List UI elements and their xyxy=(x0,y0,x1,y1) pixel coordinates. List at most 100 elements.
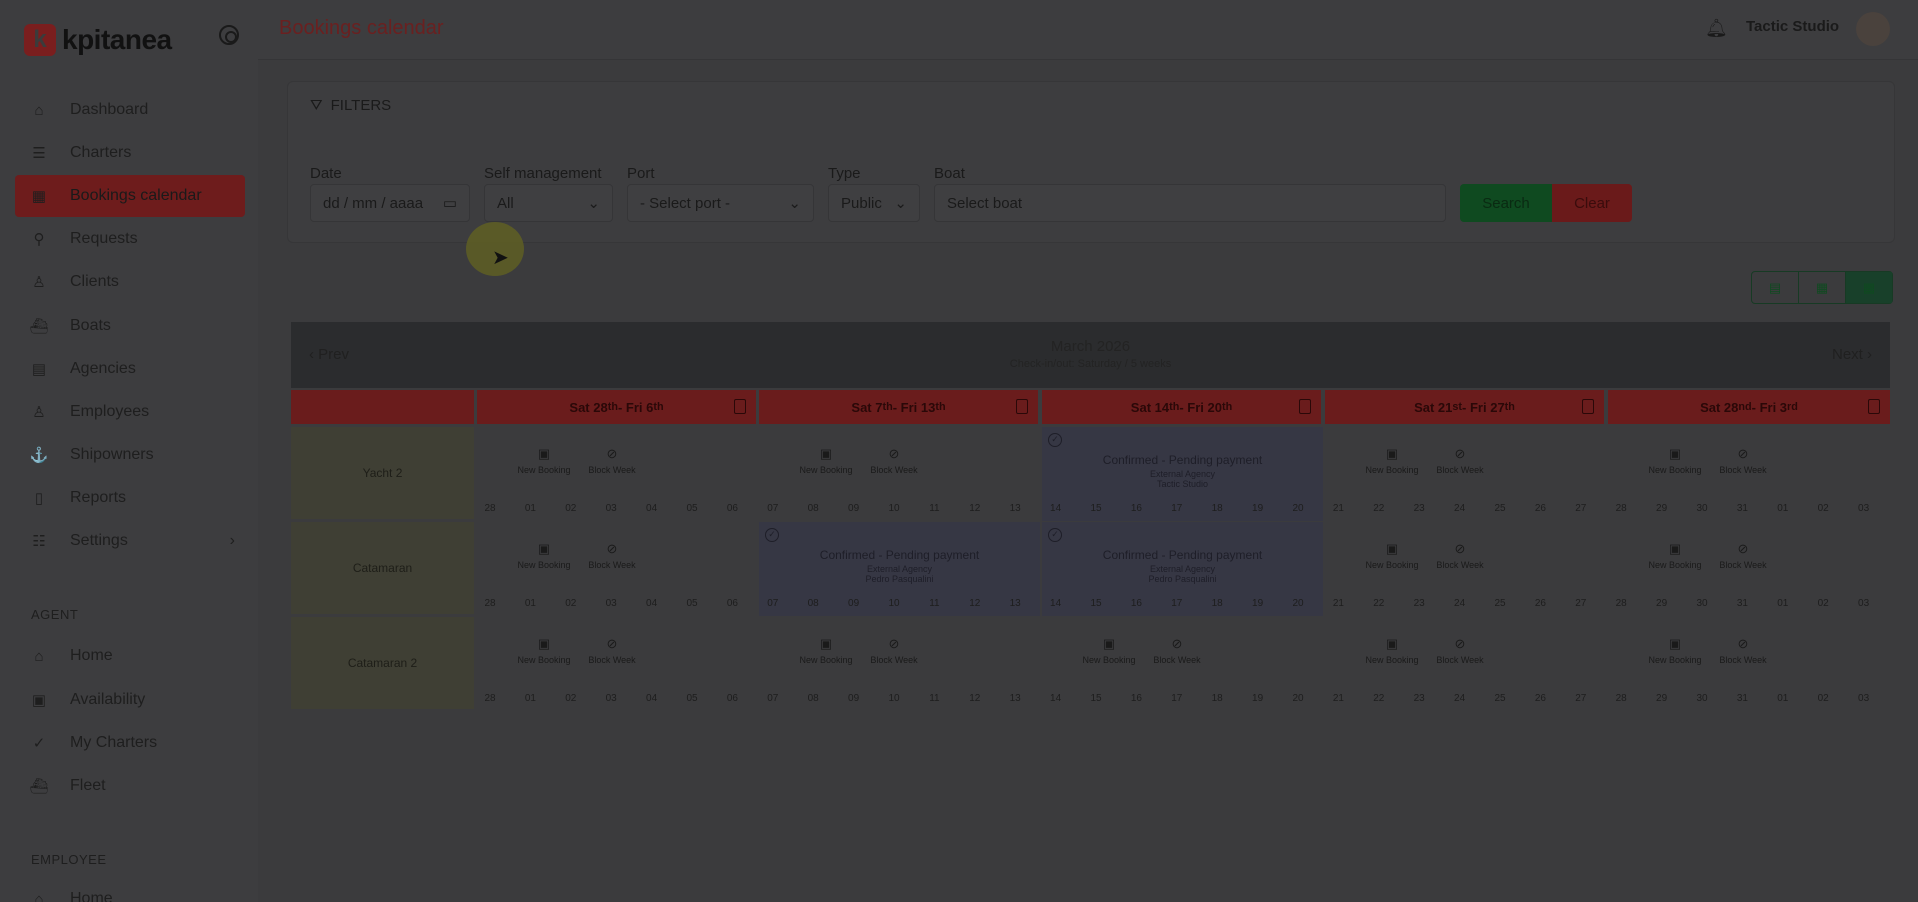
day-number: 15 xyxy=(1090,503,1102,514)
new-booking-button[interactable]: ▣ New Booking xyxy=(1362,637,1422,666)
calendar-nav: ‹ Prev March 2026 Check-in/out: Saturday… xyxy=(291,322,1890,388)
sidebar-item-employee-home[interactable]: ⌂ Home xyxy=(15,878,245,902)
sidebar: k kpitanea ⌂ Dashboard ☰ Charters ▦ Booking… xyxy=(0,0,258,902)
new-booking-button[interactable]: ▣ New Booking xyxy=(514,447,574,476)
sidebar-item-my-charters[interactable]: ✓ My Charters xyxy=(15,722,245,764)
week-book-icon[interactable] xyxy=(1299,399,1311,414)
boat-select[interactable]: Select boat xyxy=(934,184,1446,222)
new-booking-button[interactable]: ▣ New Booking xyxy=(1362,542,1422,571)
week-book-icon[interactable] xyxy=(1016,399,1028,414)
new-booking-button[interactable]: ▣ New Booking xyxy=(796,447,856,476)
day-number: 28 xyxy=(484,693,496,704)
week-end-suffix: th xyxy=(1221,401,1233,413)
day-number-row: 28 01 02 03 04 05 06 07 08 09 10 11 12 13 14 15 16 17 18 19… xyxy=(477,598,1890,616)
day-number: 19 xyxy=(1252,503,1264,514)
new-booking-button[interactable]: ▣ New Booking xyxy=(796,637,856,666)
sidebar-item-boats[interactable]: ⛴ Boats xyxy=(15,305,245,347)
sidebar-item-agencies[interactable]: ▤ Agencies xyxy=(15,348,245,390)
block-week-button[interactable]: ⊘ Block Week xyxy=(1430,447,1490,476)
calendar-icon[interactable]: ▭ xyxy=(443,194,457,212)
sidebar-item-employees[interactable]: ♙ Employees xyxy=(15,391,245,433)
block-week-button[interactable]: ⊘ Block Week xyxy=(582,542,642,571)
sidebar-item-clients[interactable]: ♙ Clients xyxy=(15,261,245,303)
block-week-button[interactable]: ⊘ Block Week xyxy=(1147,636,1207,666)
user-icon: ♙ xyxy=(32,274,46,291)
block-week-button[interactable]: ⊘ Block Week xyxy=(1713,637,1773,666)
day-number: 18 xyxy=(1211,503,1223,514)
sidebar-item-availability[interactable]: ▣ Availability xyxy=(15,679,245,721)
action-label: Block Week xyxy=(870,655,918,665)
block-week-button[interactable]: ⊘ Block Week xyxy=(864,447,924,476)
sidebar-item-requests[interactable]: ⚲ Requests xyxy=(15,218,245,260)
new-booking-button[interactable]: ▣ New Booking xyxy=(1645,447,1705,476)
next-button[interactable]: Next › xyxy=(1832,346,1872,363)
day-number: 11 xyxy=(929,693,940,704)
calendar-month: March 2026 xyxy=(1050,338,1131,355)
sidebar-item-shipowners[interactable]: ⚓ Shipowners xyxy=(15,434,245,476)
sidebar-item-fleet[interactable]: ⛴ Fleet xyxy=(15,765,245,807)
filters-title[interactable]: ⛛ FILTERS xyxy=(310,97,391,114)
block-week-button[interactable]: ⊘ Block Week xyxy=(582,447,642,476)
day-number: 28 xyxy=(1615,598,1627,609)
sidebar-toggle-icon[interactable] xyxy=(219,25,239,45)
day-number: 23 xyxy=(1413,693,1425,704)
block-icon: ⊘ xyxy=(1171,636,1183,651)
avatar[interactable] xyxy=(1856,12,1890,46)
day-number: 21 xyxy=(1332,598,1344,609)
block-week-button[interactable]: ⊘ Block Week xyxy=(1430,542,1490,571)
week-book-icon[interactable] xyxy=(1582,399,1594,414)
sidebar-item-reports[interactable]: ▯ Reports xyxy=(15,477,245,519)
day-number: 03 xyxy=(605,598,617,609)
week-end-suffix: rd xyxy=(1787,401,1798,413)
view-week-icon[interactable]: ▤ xyxy=(1752,272,1799,303)
block-week-button[interactable]: ⊘ Block Week xyxy=(1713,541,1773,571)
sidebar-item-settings[interactable]: ☷ Settings › xyxy=(15,520,245,562)
type-value: Public xyxy=(841,194,882,212)
type-select[interactable]: Public ⌄ xyxy=(828,184,920,222)
block-week-button[interactable]: ⊘ Block Week xyxy=(1713,447,1773,476)
clear-button[interactable]: Clear xyxy=(1552,184,1632,222)
block-icon: ⊘ xyxy=(1737,541,1749,556)
self-management-select[interactable]: All ⌄ xyxy=(484,184,613,222)
logo[interactable]: k kpitanea xyxy=(24,24,172,56)
day-number: 01 xyxy=(524,598,536,609)
new-booking-button[interactable]: ▣ New Booking xyxy=(514,637,574,666)
new-booking-button[interactable]: ▣ New Booking xyxy=(1362,447,1422,476)
new-booking-button[interactable]: ▣ New Booking xyxy=(1645,542,1705,571)
search-button[interactable]: Search xyxy=(1460,184,1552,222)
action-label: Block Week xyxy=(1436,465,1484,475)
port-value: - Select port - xyxy=(640,194,731,212)
block-week-button[interactable]: ⊘ Block Week xyxy=(864,637,924,666)
week-header: Sat 28nd - Fri 3rd xyxy=(1608,390,1890,424)
sidebar-item-charters[interactable]: ☰ Charters xyxy=(15,132,245,174)
block-week-button[interactable]: ⊘ Block Week xyxy=(582,637,642,666)
booking-status: Confirmed - Pending payment xyxy=(1102,453,1263,467)
block-week-button[interactable]: ⊘ Block Week xyxy=(1430,637,1490,666)
day-number: 09 xyxy=(848,598,860,609)
new-booking-button[interactable]: ▣ New Booking xyxy=(1079,637,1139,666)
day-number: 19 xyxy=(1252,693,1264,704)
week-book-icon[interactable] xyxy=(734,399,746,414)
sidebar-item-dashboard[interactable]: ⌂ Dashboard xyxy=(15,89,245,131)
new-booking-button[interactable]: ▣ New Booking xyxy=(514,542,574,571)
day-number: 26 xyxy=(1534,503,1546,514)
bell-icon[interactable]: 🔔︎ xyxy=(1705,18,1728,39)
day-number: 01 xyxy=(524,503,536,514)
sidebar-item-label: Fleet xyxy=(70,777,106,794)
boat-label: Boat xyxy=(934,165,965,182)
day-number: 30 xyxy=(1696,503,1708,514)
page-title: Bookings calendar xyxy=(279,17,444,39)
sidebar-item-bookings-calendar[interactable]: ▦ Bookings calendar xyxy=(15,175,245,217)
date-input[interactable]: dd / mm / aaaa ▭ xyxy=(310,184,470,222)
user-name[interactable]: Tactic Studio xyxy=(1746,18,1839,35)
day-number: 03 xyxy=(1858,598,1870,609)
sidebar-item-agent-home[interactable]: ⌂ Home xyxy=(15,635,245,677)
view-grid-icon[interactable]: ▦ xyxy=(1799,272,1846,303)
day-number: 31 xyxy=(1736,693,1748,704)
new-booking-button[interactable]: ▣ New Booking xyxy=(1645,637,1705,666)
week-book-icon[interactable] xyxy=(1868,399,1880,414)
port-select[interactable]: - Select port - ⌄ xyxy=(627,184,814,222)
view-month-icon[interactable]: ▦ xyxy=(1846,272,1892,303)
day-number: 24 xyxy=(1454,693,1466,704)
day-number: 28 xyxy=(1615,503,1627,514)
